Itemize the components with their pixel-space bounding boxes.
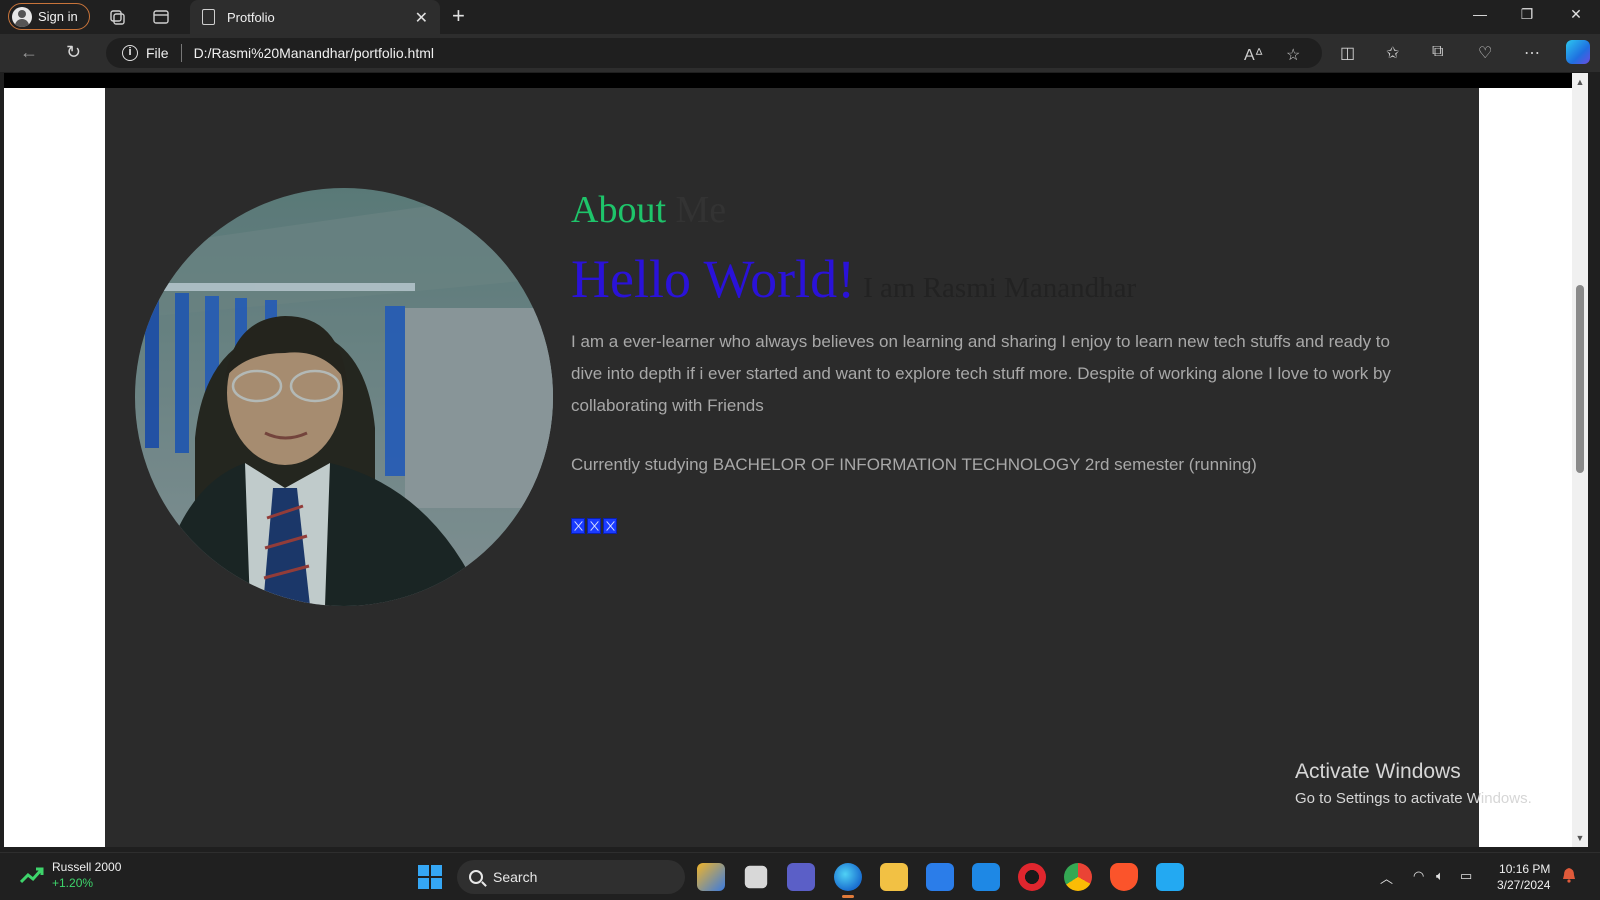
browser-essentials-icon[interactable]: ♡ <box>1478 43 1492 63</box>
close-window-button[interactable]: ✕ <box>1566 6 1586 23</box>
notification-bell-icon[interactable] <box>1562 867 1576 883</box>
greeting-line: Hello World! I am Rasmi Manandhar <box>571 248 1136 310</box>
page-icon <box>202 9 215 25</box>
scroll-up-arrow-icon[interactable]: ▲ <box>1575 77 1585 87</box>
address-bar[interactable]: i File D:/Rasmi%20Manandhar/portfolio.ht… <box>106 38 1322 68</box>
address-scheme: File <box>146 45 169 61</box>
split-screen-icon[interactable]: ◫ <box>1340 43 1355 63</box>
new-tab-button[interactable]: + <box>452 3 465 29</box>
wifi-icon[interactable]: ◠ <box>1413 868 1424 884</box>
teams-icon[interactable] <box>787 863 815 891</box>
taskbar-clock[interactable]: 10:16 PM 3/27/2024 <box>1497 861 1550 893</box>
browser-titlebar: Sign in Protfolio ✕ + — ❐ ✕ <box>0 0 1600 34</box>
tab-title: Protfolio <box>227 9 275 25</box>
file-explorer-icon[interactable] <box>880 863 908 891</box>
vertical-scrollbar[interactable]: ▲ ▼ <box>1572 73 1588 847</box>
widget-name: Russell 2000 <box>52 860 122 874</box>
scroll-thumb[interactable] <box>1576 285 1584 473</box>
refresh-icon[interactable]: ↻ <box>66 42 81 63</box>
edge-browser-icon[interactable] <box>834 863 862 898</box>
page-viewport: About Me Hello World! I am Rasmi Manandha… <box>4 73 1588 847</box>
brave-icon[interactable] <box>1110 863 1138 891</box>
about-section: About Me Hello World! I am Rasmi Manandha… <box>105 88 1479 847</box>
sign-in-button[interactable]: Sign in <box>8 3 90 30</box>
activate-subtitle: Go to Settings to activate Windows. <box>1295 790 1532 807</box>
scroll-down-arrow-icon[interactable]: ▼ <box>1575 833 1585 843</box>
social-link-icon[interactable] <box>603 518 617 534</box>
microsoft-store-icon[interactable] <box>926 863 954 891</box>
windows-start-icon[interactable] <box>418 865 442 889</box>
study-status-text: Currently studying BACHELOR OF INFORMATI… <box>571 455 1257 474</box>
info-icon[interactable]: i <box>122 45 138 61</box>
social-link-icon[interactable] <box>587 518 601 534</box>
social-links <box>571 518 617 534</box>
tab-portfolio[interactable]: Protfolio ✕ <box>190 0 440 34</box>
search-icon <box>469 870 483 884</box>
more-menu-icon[interactable]: ⋯ <box>1524 43 1540 63</box>
activate-title: Activate Windows <box>1295 760 1461 783</box>
minimize-button[interactable]: — <box>1470 6 1490 22</box>
address-url[interactable]: D:/Rasmi%20Manandhar/portfolio.html <box>194 45 434 61</box>
task-view-icon[interactable] <box>744 865 768 889</box>
activate-windows-watermark: Activate Windows Go to Settings to activ… <box>1295 760 1532 807</box>
about-heading: About Me <box>571 188 726 232</box>
tab-actions-icon[interactable] <box>152 8 170 26</box>
page-header-strip <box>4 73 1588 88</box>
collections-icon[interactable]: ⧉ <box>1432 43 1443 61</box>
widget-change: +1.20% <box>52 876 94 890</box>
mail-icon[interactable] <box>972 863 1000 891</box>
about-word: About <box>571 189 666 231</box>
address-separator <box>180 44 182 62</box>
profile-photo <box>135 188 553 606</box>
trend-up-icon <box>20 867 44 884</box>
hello-world-text: Hello World! <box>571 249 856 309</box>
vscode-icon[interactable] <box>1156 863 1184 891</box>
browser-toolbar: ← ↻ i File D:/Rasmi%20Manandhar/portfoli… <box>0 34 1600 72</box>
back-arrow-icon[interactable]: ← <box>20 42 38 63</box>
bio-paragraph: I am a ever-learner who always believes … <box>571 332 1391 415</box>
taskbar-search[interactable]: Search <box>457 860 685 894</box>
clock-time: 10:16 PM <box>1499 862 1551 876</box>
volume-icon[interactable]: 🔈︎ <box>1436 868 1444 884</box>
copilot-app-icon[interactable] <box>697 863 725 891</box>
read-aloud-icon[interactable]: Aᐞ <box>1244 45 1263 65</box>
workspaces-icon[interactable] <box>108 8 126 26</box>
battery-icon[interactable]: ▭ <box>1460 868 1472 884</box>
me-word: Me <box>675 189 727 231</box>
intro-name-text: I am Rasmi Manandhar <box>863 272 1137 304</box>
windows-taskbar: Russell 2000 +1.20% Search ︿ ◠ 🔈︎ ▭ 10:1… <box>0 852 1600 900</box>
sign-in-label: Sign in <box>38 9 78 24</box>
social-link-icon[interactable] <box>571 518 585 534</box>
copilot-icon[interactable] <box>1566 40 1590 64</box>
favorite-star-icon[interactable]: ☆ <box>1286 45 1300 65</box>
profile-icon <box>12 6 32 27</box>
close-icon[interactable]: ✕ <box>415 8 428 28</box>
opera-icon[interactable] <box>1018 863 1046 891</box>
search-label: Search <box>493 869 538 885</box>
stock-widget[interactable]: Russell 2000 +1.20% <box>20 859 121 891</box>
favorites-icon[interactable]: ✩ <box>1386 43 1399 63</box>
show-hidden-icons-chevron-icon[interactable]: ︿ <box>1380 868 1393 887</box>
restore-button[interactable]: ❐ <box>1517 6 1537 23</box>
chrome-icon[interactable] <box>1064 863 1092 891</box>
clock-date: 3/27/2024 <box>1497 878 1551 892</box>
